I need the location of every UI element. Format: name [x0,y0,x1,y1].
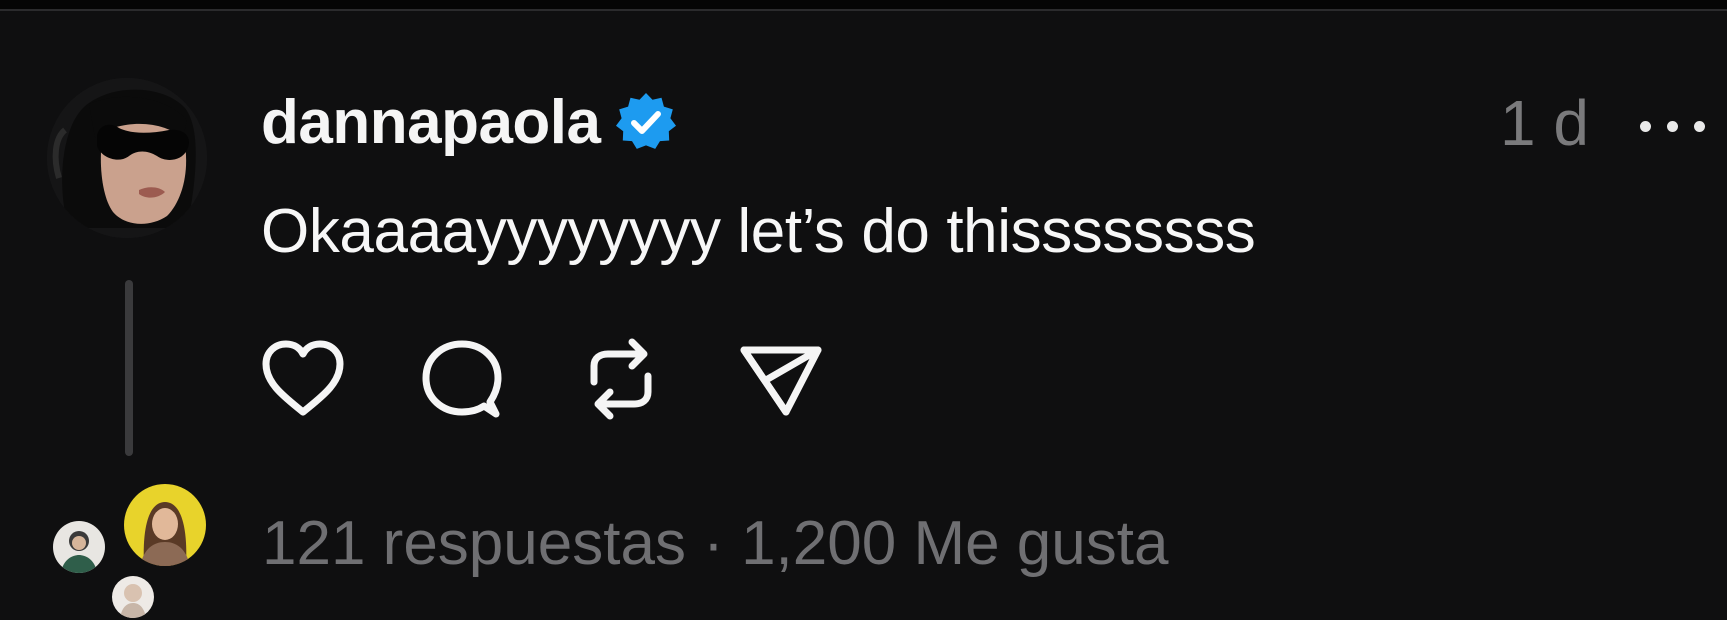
thread-line [125,280,133,456]
dot [1694,120,1705,132]
send-icon[interactable] [736,336,826,422]
username[interactable]: dannapaola [261,87,601,158]
author-avatar[interactable] [47,78,207,238]
likes-count[interactable]: 1,200 Me gusta [741,509,1168,578]
post-timestamp: 1 d [1500,87,1589,159]
more-options-icon[interactable] [1640,112,1727,140]
reply-avatar [53,521,105,573]
post-text: Okaaaayyyyyyyy let’s do thissssssss [261,197,1256,266]
verified-badge-icon [615,91,677,153]
comment-bubble-icon[interactable] [418,336,508,422]
avatar-image [47,78,207,238]
top-divider [0,0,1727,11]
replies-count[interactable]: 121 respuestas [262,509,686,578]
heart-icon[interactable] [258,336,348,422]
reply-avatar [112,576,154,618]
dot [1667,120,1678,132]
stats-separator: · [685,509,742,578]
reply-avatar [124,484,206,566]
post-stats: 121 respuestas · 1,200 Me gusta [262,508,1168,579]
dot [1640,120,1651,132]
repost-icon[interactable] [576,336,666,422]
author-header: dannapaola [261,84,677,160]
